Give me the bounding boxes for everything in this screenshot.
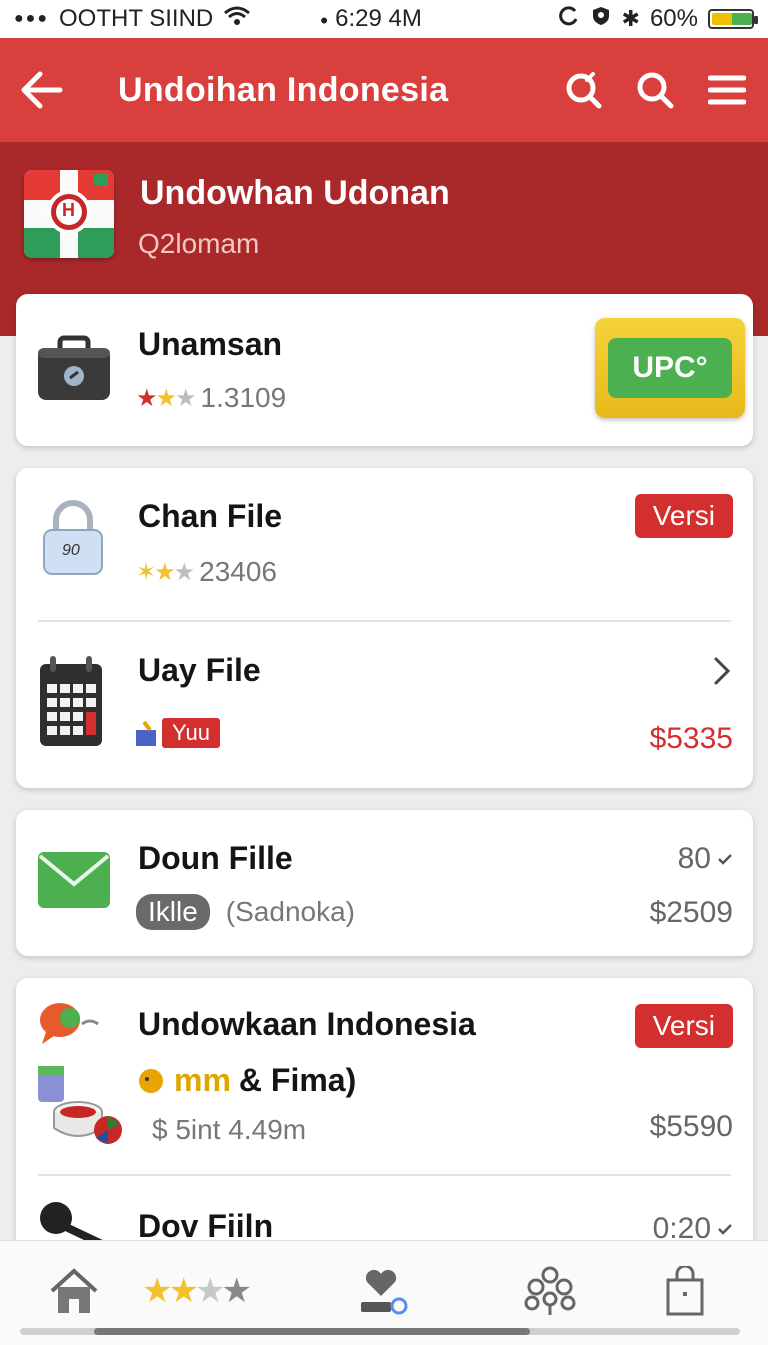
- list-item-uay-file[interactable]: Uay File Yuu $5335: [16, 622, 753, 788]
- star-empty-icon: ★: [173, 558, 195, 586]
- card-files: 90 Chan File ✶ ★ ★ 23406 Versi Uay File …: [16, 468, 753, 788]
- tree-network-icon: [524, 1266, 576, 1315]
- rating-stars: ★ ★ ★: [136, 384, 196, 413]
- star-empty-icon: ★: [175, 384, 196, 412]
- doun-fille-meta: Iklle (Sadnoka): [136, 894, 355, 930]
- nav-ratings[interactable]: ★ ★ ★ ★: [132, 1261, 258, 1321]
- versi-badge[interactable]: Versi: [634, 1004, 733, 1048]
- rating-stars: ✶ ★ ★: [136, 558, 195, 587]
- shield-icon: [590, 5, 612, 34]
- uay-file-tag-group: Yuu: [134, 718, 220, 748]
- star-empty-icon: ★: [221, 1272, 252, 1310]
- doun-fille-count: 80: [678, 842, 733, 876]
- wifi-icon: [223, 5, 251, 34]
- hamburger-icon: [708, 75, 746, 105]
- chan-file-rating: ✶ ★ ★ 23406: [136, 556, 277, 588]
- briefcase-icon: [36, 334, 112, 407]
- gift-icon: [136, 720, 156, 746]
- calendar-icon: [38, 654, 104, 753]
- star-filled-icon: ★: [136, 384, 157, 412]
- versi-badge[interactable]: Versi: [634, 494, 733, 538]
- status-time: ● 6:29 4M: [320, 5, 422, 32]
- search-button[interactable]: [632, 67, 678, 113]
- heart-user-icon: [361, 1269, 408, 1315]
- nav-home[interactable]: [46, 1261, 102, 1321]
- home-indicator[interactable]: [94, 1328, 530, 1335]
- undowkaan-line2: mm & Fima): [136, 1062, 356, 1099]
- star-empty-icon: ★: [195, 1272, 226, 1310]
- app-logo: H: [24, 170, 114, 258]
- status-bar: ●●● OOTHT SIIND ● 6:29 4M ✱ 60%: [0, 0, 768, 38]
- nav-shop[interactable]: [660, 1261, 710, 1321]
- star-filled-icon: ★: [142, 1272, 173, 1310]
- nav-network[interactable]: [522, 1261, 578, 1321]
- star-half-icon: ★: [155, 384, 177, 412]
- status-left: ●●● OOTHT SIIND: [14, 5, 251, 34]
- card1-title: Unamsan: [138, 326, 283, 362]
- yuu-tag: Yuu: [162, 718, 220, 748]
- card1-rating: ★ ★ ★ 1.3109: [136, 382, 286, 414]
- app-bar: Undoihan Indonesia: [0, 38, 768, 142]
- undowkaan-meta: $ 5int 4.49m: [152, 1114, 307, 1145]
- carrier-label: OOTHT SIIND: [59, 5, 214, 32]
- logo-letter: H: [62, 200, 75, 220]
- shopping-bag-icon: [666, 1266, 704, 1316]
- back-arrow-icon: [21, 71, 63, 109]
- sync-icon: [558, 5, 580, 34]
- nav-favorites[interactable]: [356, 1261, 412, 1321]
- signal-dots-icon: ●●●: [14, 10, 49, 27]
- back-button[interactable]: [18, 66, 66, 114]
- chat-bubble-icon: [36, 1000, 102, 1051]
- uay-file-price: $5335: [649, 722, 733, 755]
- status-right: ✱ 60%: [558, 5, 758, 34]
- doun-fille-title: Doun Fille: [138, 840, 293, 876]
- lock-text: 90: [62, 542, 80, 559]
- mail-icon: [36, 850, 112, 915]
- count-value: 80: [677, 842, 711, 875]
- header-subtitle: Q2lomam: [138, 228, 260, 259]
- home-icon: [50, 1268, 98, 1313]
- list-item-undowkaan[interactable]: Undowkaan Indonesia mm & Fima) $ 5int 4.…: [16, 978, 753, 1174]
- card-undowkaan: Undowkaan Indonesia mm & Fima) $ 5int 4.…: [16, 978, 753, 1278]
- battery-percent: 60%: [649, 5, 698, 32]
- lock-icon: 90: [42, 500, 104, 581]
- card-unamsan[interactable]: Unamsan ★ ★ ★ 1.3109 UPC°: [16, 294, 753, 446]
- undowkaan-title: Undowkaan Indonesia: [138, 1006, 476, 1042]
- chan-file-title: Chan File: [138, 498, 283, 534]
- list-item-chan-file[interactable]: 90 Chan File ✶ ★ ★ 23406 Versi: [16, 468, 753, 620]
- doun-fille-subtitle: (Sadnoka): [225, 896, 355, 927]
- battery-icon: [708, 9, 758, 29]
- highlight-text: mm: [174, 1062, 231, 1098]
- search-icon: [637, 72, 674, 109]
- menu-button[interactable]: [704, 67, 750, 113]
- emoji-icon: [139, 1068, 163, 1093]
- card-doun-fille[interactable]: Doun Fille Iklle (Sadnoka) 80 $2509: [16, 810, 753, 956]
- rating-value: 1.3109: [200, 382, 287, 413]
- star-filled-icon: ★: [168, 1272, 200, 1310]
- paint-pot-icon: [36, 1064, 128, 1153]
- check-icon: [718, 1224, 732, 1235]
- chevron-right-icon[interactable]: [713, 656, 731, 691]
- undowkaan-price: $5590: [649, 1110, 733, 1143]
- star-filled-icon: ★: [154, 558, 175, 586]
- rating-value: 23406: [199, 556, 278, 587]
- app-bar-actions: [560, 67, 750, 113]
- upc-button-label: UPC°: [608, 338, 732, 398]
- time-label: 6:29 4M: [335, 5, 422, 32]
- uay-file-title: Uay File: [138, 652, 261, 688]
- bluetooth-icon: ✱: [621, 6, 640, 31]
- search-alt-icon: [566, 72, 602, 109]
- iklle-pill: Iklle: [136, 894, 210, 930]
- search-alt-button[interactable]: [560, 67, 606, 113]
- header-title: Undowhan Udonan: [140, 174, 450, 212]
- app-title: Undoihan Indonesia: [118, 70, 449, 109]
- check-icon: [718, 854, 732, 865]
- upc-button[interactable]: UPC°: [595, 318, 745, 418]
- doun-fille-price: $2509: [649, 896, 733, 929]
- star-half-icon: ✶: [136, 558, 156, 586]
- line2-rest: & Fima): [238, 1062, 357, 1098]
